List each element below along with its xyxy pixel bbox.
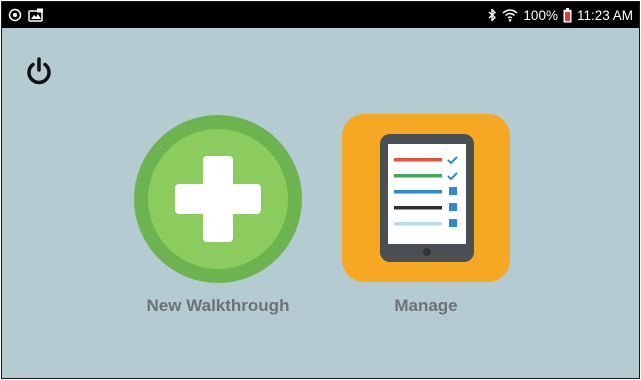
app-screen: 100% 11:23 AM New Walkthrough Manage [1,1,640,379]
tablet-checklist-icon [380,134,474,262]
sync-icon [8,8,22,22]
power-icon [27,57,51,85]
status-bar-right: 100% 11:23 AM [487,7,633,23]
clock: 11:23 AM [576,7,633,23]
power-button[interactable] [22,54,56,88]
new-walkthrough-button[interactable] [133,114,303,284]
bluetooth-icon [487,8,497,22]
status-bar: 100% 11:23 AM [2,2,639,28]
image-notification-icon [28,8,44,22]
wifi-icon [502,8,518,22]
manage-button[interactable] [342,114,510,282]
battery-percent: 100% [523,7,558,23]
status-bar-left [8,8,44,22]
battery-icon [563,7,572,23]
new-walkthrough-label: New Walkthrough [146,296,290,315]
manage-label: Manage [394,296,458,315]
